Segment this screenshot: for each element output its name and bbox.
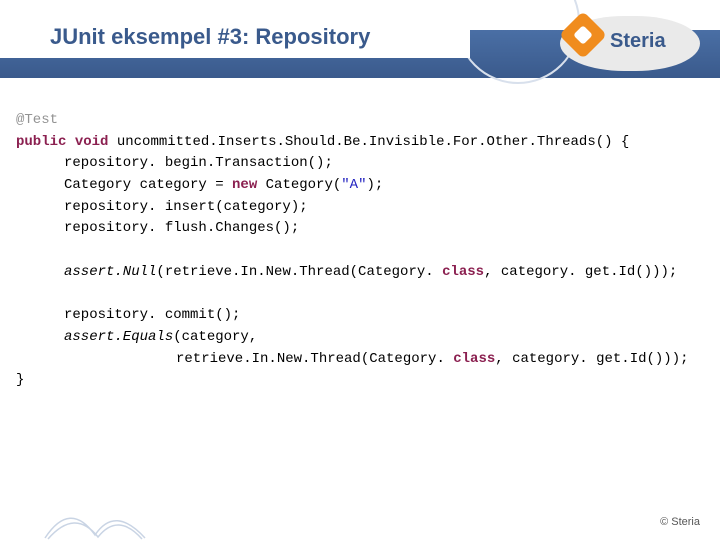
annotation-test: @Test: [16, 112, 58, 128]
brace-close: }: [16, 372, 24, 388]
kw-public: public: [16, 134, 66, 150]
code-line-new-category-b: Category(: [257, 177, 341, 193]
kw-void: void: [75, 134, 109, 150]
brace-open: {: [613, 134, 630, 150]
code-line-new-category-c: );: [366, 177, 383, 193]
logo-text: Steria: [610, 30, 666, 53]
code-line-commit: repository. commit();: [64, 307, 240, 323]
assert-equals-line2-a: retrieve.In.New.Thread(Category.: [176, 351, 453, 367]
code-line-flush: repository. flush.Changes();: [64, 220, 299, 236]
copyright-text: © Steria: [660, 516, 700, 528]
string-literal-a: "A": [341, 177, 366, 193]
slide-header: JUnit eksempel #3: Repository Steria: [0, 0, 720, 90]
assert-equals-call: assert.Equals: [64, 329, 173, 345]
code-line-insert: repository. insert(category);: [64, 199, 308, 215]
code-line-begin-tx: repository. begin.Transaction();: [64, 155, 333, 171]
kw-new: new: [232, 177, 257, 193]
logo-badge: Steria: [560, 8, 700, 78]
code-block: @Test public void uncommitted.Inserts.Sh…: [16, 110, 704, 392]
assert-equals-args-a: (category,: [173, 329, 257, 345]
assert-equals-line2-b: , category. get.Id()));: [495, 351, 688, 367]
code-line-new-category-a: Category category =: [64, 177, 232, 193]
test-method-name: uncommitted.Inserts.Should.Be.Invisible.…: [117, 134, 613, 150]
kw-class-1: class: [442, 264, 484, 280]
slide-title: JUnit eksempel #3: Repository: [50, 24, 378, 50]
assert-null-args-a: (retrieve.In.New.Thread(Category.: [156, 264, 442, 280]
decorative-scribble: [40, 490, 150, 540]
assert-null-call: assert.Null: [64, 264, 156, 280]
kw-class-2: class: [453, 351, 495, 367]
assert-null-args-b: , category. get.Id()));: [484, 264, 677, 280]
